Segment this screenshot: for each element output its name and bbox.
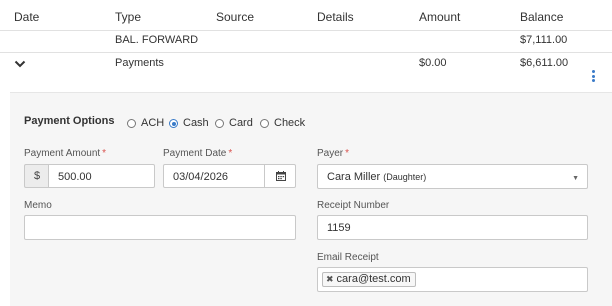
table-header: Date Type Source Details Amount Balance bbox=[0, 0, 612, 31]
table-row-expanded: Payments $0.00 $6,611.00 bbox=[0, 52, 612, 92]
radio-cash[interactable] bbox=[169, 119, 178, 128]
column-header-details[interactable]: Details bbox=[317, 10, 354, 24]
row-balance: $6,611.00 bbox=[520, 57, 569, 69]
row-type: BAL. FORWARD bbox=[115, 34, 199, 46]
column-header-date[interactable]: Date bbox=[14, 10, 39, 24]
chevron-down-icon[interactable] bbox=[14, 60, 26, 68]
radio-label-check[interactable]: Check bbox=[274, 117, 305, 129]
payment-options-title: Payment Options bbox=[24, 115, 115, 127]
payment-panel: Payment Options ACH Cash Card Check Paym… bbox=[10, 92, 612, 306]
radio-card[interactable] bbox=[215, 119, 224, 128]
currency-prefix: $ bbox=[24, 164, 49, 188]
column-header-balance[interactable]: Balance bbox=[520, 10, 563, 24]
payment-amount-input[interactable]: 500.00 bbox=[48, 164, 155, 188]
row-type: Payments bbox=[115, 57, 164, 69]
payment-date-input[interactable]: 03/04/2026 bbox=[163, 164, 265, 188]
close-icon[interactable]: ✖ bbox=[326, 274, 334, 284]
radio-label-card[interactable]: Card bbox=[229, 117, 253, 129]
row-balance: $7,111.00 bbox=[520, 34, 568, 46]
column-header-source[interactable]: Source bbox=[216, 10, 254, 24]
calendar-button[interactable] bbox=[264, 164, 296, 188]
payment-amount-label: Payment Amount * bbox=[24, 148, 107, 159]
calendar-icon bbox=[276, 171, 286, 181]
caret-down-icon: ▼ bbox=[572, 175, 579, 182]
payer-select[interactable]: Cara Miller (Daughter) ▼ bbox=[317, 164, 588, 189]
receipt-number-label: Receipt Number bbox=[317, 200, 390, 211]
radio-label-cash[interactable]: Cash bbox=[183, 117, 209, 129]
memo-input[interactable] bbox=[24, 215, 296, 240]
kebab-menu-icon[interactable] bbox=[592, 70, 596, 84]
column-header-type[interactable]: Type bbox=[115, 10, 141, 24]
column-header-amount[interactable]: Amount bbox=[419, 10, 460, 24]
receipt-number-input[interactable]: 1159 bbox=[317, 215, 588, 240]
payment-date-label: Payment Date * bbox=[163, 148, 233, 159]
email-receipt-label: Email Receipt bbox=[317, 252, 379, 263]
radio-check[interactable] bbox=[260, 119, 269, 128]
radio-ach[interactable] bbox=[127, 119, 136, 128]
radio-label-ach[interactable]: ACH bbox=[141, 117, 164, 129]
payer-label: Payer * bbox=[317, 148, 350, 159]
row-amount: $0.00 bbox=[419, 57, 447, 69]
memo-label: Memo bbox=[24, 200, 52, 211]
email-tag: ✖ cara@test.com bbox=[322, 272, 416, 287]
table-row: BAL. FORWARD $7,111.00 bbox=[0, 30, 612, 53]
email-receipt-input[interactable]: ✖ cara@test.com bbox=[317, 267, 588, 292]
